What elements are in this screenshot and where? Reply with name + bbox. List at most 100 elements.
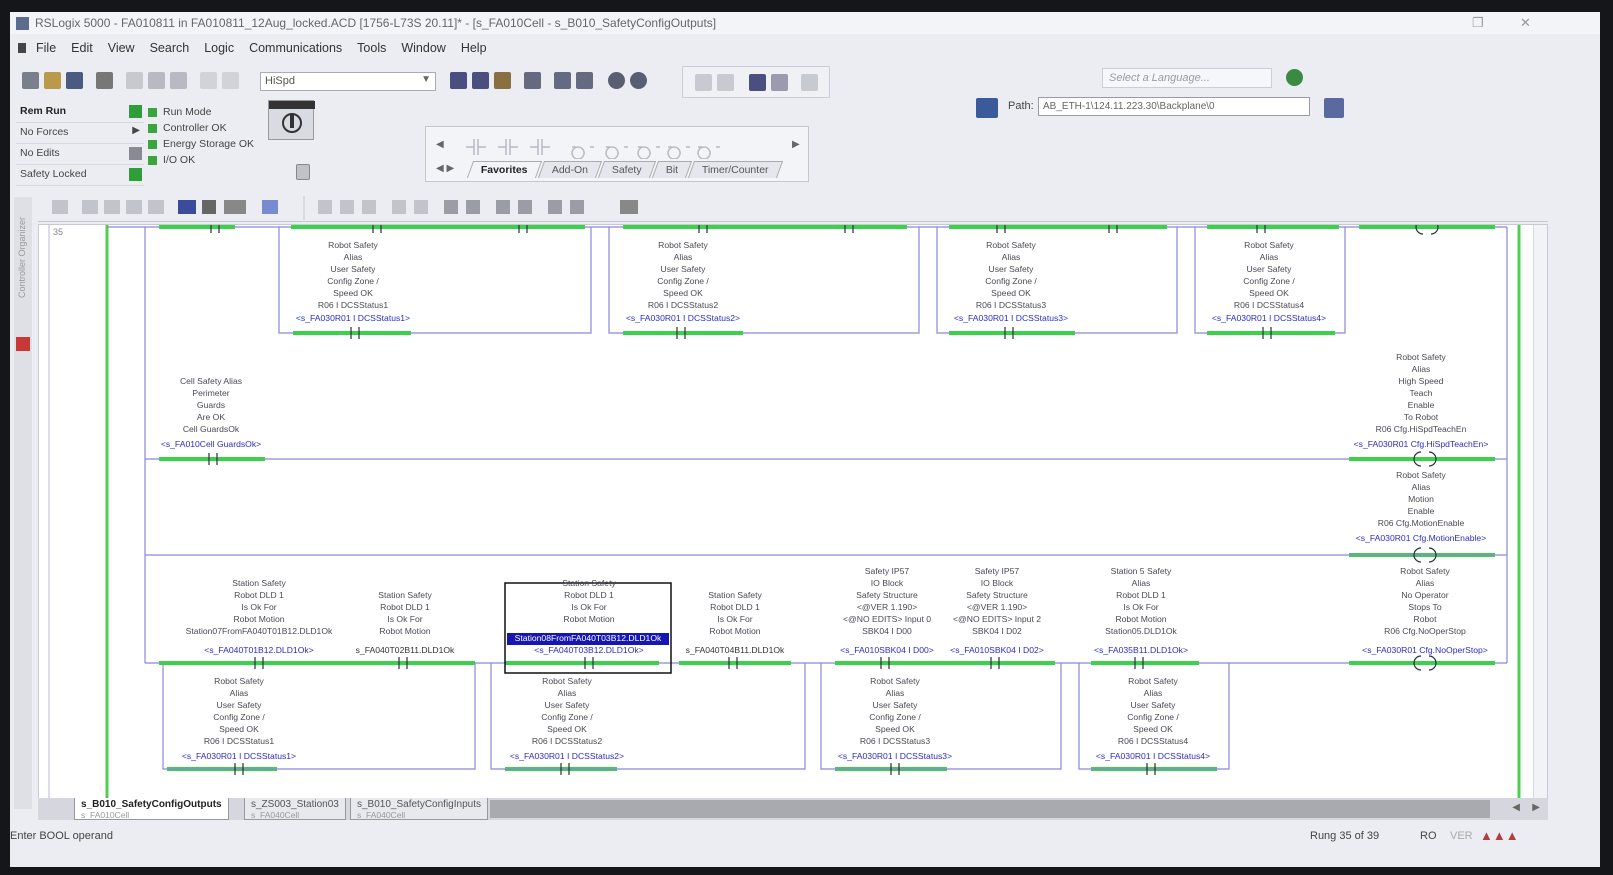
redo-icon[interactable] bbox=[222, 72, 239, 89]
routine-combo[interactable]: HiSpd ▼ bbox=[260, 72, 436, 91]
contact-address[interactable]: <s_FA010Cell GuardsOk> bbox=[161, 439, 261, 449]
menu-help[interactable]: Help bbox=[461, 41, 487, 55]
tab-safety-config-outputs[interactable]: s_B010_SafetyConfigOutputs s_FA010Cell bbox=[74, 798, 229, 820]
contact-description: Station Safety Robot DLD 1 Is Ok For Rob… bbox=[708, 590, 762, 636]
properties-icon[interactable] bbox=[554, 72, 571, 89]
contact-address[interactable]: <s_FA035B11.DLD1Ok> bbox=[1094, 645, 1188, 655]
browse-icon[interactable] bbox=[494, 72, 511, 89]
tab-add-on[interactable]: Add-On bbox=[537, 161, 602, 178]
zoom-in-icon[interactable] bbox=[608, 72, 625, 89]
coil-description: Robot Safety Alias User Safety Config Zo… bbox=[647, 240, 719, 310]
undo-icon[interactable] bbox=[200, 72, 217, 89]
safety-label: Safety Locked bbox=[20, 168, 87, 180]
branch-address[interactable]: <s_FA030R01 I DCSStatus3> bbox=[838, 751, 952, 761]
accept-edits-icon[interactable] bbox=[717, 74, 734, 91]
rslogix-window: RSLogix 5000 - FA010811 in FA010811_12Au… bbox=[10, 12, 1600, 867]
tab-safety[interactable]: Safety bbox=[597, 161, 656, 178]
test-edits-icon[interactable] bbox=[749, 74, 766, 91]
zoom-out-icon[interactable] bbox=[630, 72, 647, 89]
selected-operand[interactable]: Station08FromFA040T03B12.DLD1Ok bbox=[515, 633, 662, 643]
menu-logic[interactable]: Logic bbox=[204, 41, 234, 55]
branch-address[interactable]: <s_FA030R01 I DCSStatus1> bbox=[182, 751, 296, 761]
controller-organizer-strip[interactable]: Controller Organizer bbox=[14, 197, 32, 809]
ladder-toolbar bbox=[38, 194, 1548, 222]
controller-checks: Run Mode Controller OK Energy Storage OK… bbox=[148, 104, 254, 168]
tab-favorites[interactable]: Favorites bbox=[466, 161, 542, 178]
controller-organizer-label: Controller Organizer bbox=[17, 217, 27, 299]
tab-scroll-left-icon[interactable]: ◀ ▶ bbox=[436, 163, 454, 174]
ladder-vertical-scrollbar[interactable] bbox=[1533, 225, 1547, 808]
path-field[interactable]: AB_ETH-1\124.11.223.30\Backplane\0 bbox=[1038, 97, 1310, 116]
scroll-right-icon[interactable]: ▶ bbox=[1532, 802, 1540, 813]
routine-tab-bar: s_B010_SafetyConfigOutputs s_FA010Cell s_… bbox=[38, 798, 1548, 820]
controller-properties-icon[interactable] bbox=[296, 164, 310, 180]
document-icon bbox=[18, 43, 26, 53]
tab-bit[interactable]: Bit bbox=[651, 161, 693, 178]
verify-icon[interactable] bbox=[450, 72, 467, 89]
verify-all-icon[interactable] bbox=[472, 72, 489, 89]
window-title: RSLogix 5000 - FA010811 in FA010811_12Au… bbox=[35, 16, 717, 30]
main-toolbar bbox=[10, 66, 1600, 98]
menu-tools[interactable]: Tools bbox=[357, 41, 386, 55]
watch-icon[interactable] bbox=[576, 72, 593, 89]
close-icon[interactable]: ✕ bbox=[1520, 15, 1531, 31]
untest-edits-icon[interactable] bbox=[771, 74, 788, 91]
scroll-left-icon[interactable]: ◀ bbox=[1512, 802, 1520, 813]
path-bar: Path: AB_ETH-1\124.11.223.30\Backplane\0 bbox=[968, 94, 1348, 120]
globe-icon[interactable] bbox=[1286, 69, 1303, 86]
status-edits[interactable]: No Edits bbox=[16, 144, 144, 165]
open-folder-icon[interactable] bbox=[44, 72, 61, 89]
coil-address[interactable]: <s_FA030R01 I DCSStatus2> bbox=[626, 313, 740, 323]
ladder-editor[interactable]: 35 Robot Safety Alias User Safety Config… bbox=[38, 224, 1548, 809]
cut-icon[interactable] bbox=[126, 72, 143, 89]
coil-address[interactable]: <s_FA030R01 I DCSStatus4> bbox=[1212, 313, 1326, 323]
tab-station03[interactable]: s_ZS003_Station03 s_FA040Cell bbox=[244, 798, 346, 820]
menu-view[interactable]: View bbox=[108, 41, 135, 55]
coil-address[interactable]: <s_FA030R01 I DCSStatus3> bbox=[954, 313, 1068, 323]
assemble-edits-icon[interactable] bbox=[801, 74, 818, 91]
coil-address[interactable]: <s_FA030R01 Cfg.HiSpdTeachEn> bbox=[1354, 439, 1489, 449]
online-toolbar bbox=[682, 66, 830, 98]
online-edit-icon[interactable] bbox=[695, 74, 712, 91]
print-icon[interactable] bbox=[96, 72, 113, 89]
restore-icon[interactable]: ❐ bbox=[1472, 15, 1484, 31]
contact-address[interactable]: <s_FA010SBK04 I D00> bbox=[840, 645, 934, 655]
who-active-icon[interactable] bbox=[1324, 98, 1344, 118]
coil-address[interactable]: <s_FA030R01 Cfg.NoOperStop> bbox=[1362, 645, 1488, 655]
paste-icon[interactable] bbox=[170, 72, 187, 89]
status-forces[interactable]: No Forces ▶ bbox=[16, 123, 144, 144]
keyswitch-icon bbox=[268, 100, 315, 140]
contact-address[interactable]: s_FA040T02B11.DLD1Ok bbox=[356, 645, 455, 655]
status-safety[interactable]: Safety Locked bbox=[16, 165, 144, 186]
warning-icons: ▲▲▲ bbox=[1480, 828, 1519, 843]
check-controller-ok: Controller OK bbox=[148, 120, 254, 136]
language-select-placeholder: Select a Language... bbox=[1109, 72, 1210, 84]
tab-timer-counter[interactable]: Timer/Counter bbox=[687, 161, 783, 178]
forces-label: No Forces bbox=[20, 126, 69, 138]
new-file-icon[interactable] bbox=[22, 72, 39, 89]
tab-safety-config-inputs[interactable]: s_B010_SafetyConfigInputs s_FA040Cell bbox=[350, 798, 488, 820]
menu-search[interactable]: Search bbox=[150, 41, 190, 55]
network-path-icon[interactable] bbox=[976, 98, 998, 118]
status-run[interactable]: Rem Run bbox=[16, 102, 144, 123]
status-led-icon bbox=[148, 123, 157, 133]
contact-address[interactable]: <s_FA040T03B12.DLD1Ok> bbox=[534, 645, 643, 655]
cross-reference-icon[interactable] bbox=[524, 72, 541, 89]
contact-address[interactable]: <s_FA010SBK04 I D02> bbox=[950, 645, 1044, 655]
branch-address[interactable]: <s_FA030R01 I DCSStatus2> bbox=[510, 751, 624, 761]
language-select[interactable]: Select a Language... bbox=[1102, 68, 1272, 88]
coil-address[interactable]: <s_FA030R01 I DCSStatus1> bbox=[296, 313, 410, 323]
menu-edit[interactable]: Edit bbox=[71, 41, 93, 55]
menu-communications[interactable]: Communications bbox=[249, 41, 342, 55]
start-page-icon[interactable] bbox=[16, 337, 30, 351]
menu-file[interactable]: File bbox=[36, 41, 56, 55]
save-icon[interactable] bbox=[66, 72, 83, 89]
contact-address[interactable]: <s_FA040T01B12.DLD1Ok> bbox=[204, 645, 313, 655]
svg-text:▶: ▶ bbox=[792, 139, 800, 150]
coil-address[interactable]: <s_FA030R01 Cfg.MotionEnable> bbox=[1356, 533, 1486, 543]
menu-window[interactable]: Window bbox=[401, 41, 445, 55]
horizontal-scrollbar[interactable] bbox=[490, 800, 1490, 818]
branch-address[interactable]: <s_FA030R01 I DCSStatus4> bbox=[1096, 751, 1210, 761]
contact-address[interactable]: s_FA040T04B11.DLD1Ok bbox=[686, 645, 785, 655]
copy-icon[interactable] bbox=[148, 72, 165, 89]
